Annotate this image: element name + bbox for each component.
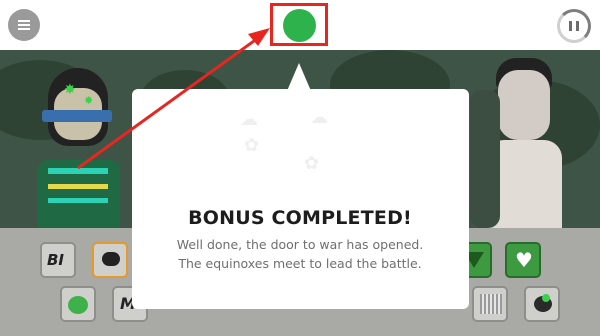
annotation-arrow <box>77 28 270 170</box>
